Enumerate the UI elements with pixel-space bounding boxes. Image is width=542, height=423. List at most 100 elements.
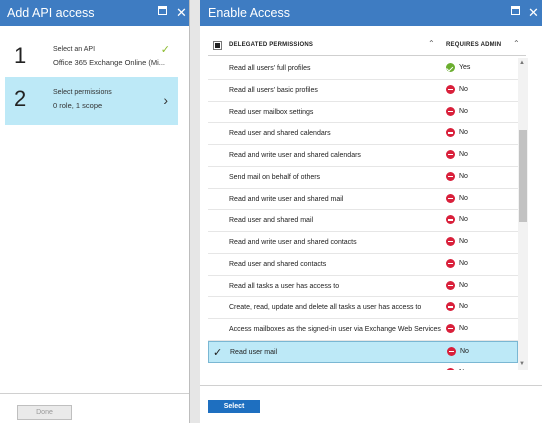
step-title: Select an API (53, 46, 96, 53)
permission-name: Read user mail (230, 348, 278, 356)
requires-admin-cell: No (446, 106, 468, 116)
select-all-checkbox[interactable] (213, 41, 222, 50)
sort-up-icon[interactable]: ⌃ (428, 39, 435, 48)
chevron-right-icon: › (163, 92, 168, 108)
maximize-icon[interactable] (511, 6, 520, 15)
scroll-down-icon[interactable]: ▼ (519, 361, 525, 367)
permissions-table-header: DELEGATED PERMISSIONS ⌃ REQUIRES ADMIN ⌃ (208, 34, 526, 56)
blade-header: Enable Access ✕ (200, 0, 542, 26)
table-row[interactable]: Read and write user and shared contacts N… (208, 232, 518, 254)
blade-title: Enable Access (208, 6, 290, 20)
requires-admin-value: No (459, 129, 468, 137)
blocked-icon (446, 280, 455, 290)
scroll-up-icon[interactable]: ▲ (519, 60, 525, 66)
table-row[interactable]: Send mail on behalf of others No (208, 167, 518, 189)
requires-admin-cell: No (446, 302, 468, 312)
success-check-icon (446, 63, 455, 72)
select-button[interactable]: Select (208, 400, 260, 413)
blocked-icon (446, 150, 455, 159)
table-row[interactable]: Read and write user mail No (208, 363, 518, 371)
step-subtitle: 0 role, 1 scope (53, 101, 103, 110)
scrollbar-thumb[interactable] (519, 130, 527, 222)
blocked-icon (446, 258, 455, 268)
requires-admin-cell: No (446, 215, 468, 225)
requires-admin-value: No (459, 172, 468, 180)
requires-admin-cell: No (446, 324, 468, 333)
requires-admin-value: No (459, 85, 468, 93)
table-row[interactable]: Access mailboxes as the signed-in user v… (208, 319, 518, 341)
blocked-icon (446, 193, 455, 203)
step-subtitle: Office 365 Exchange Online (Mi... (53, 58, 166, 67)
step-number: 2 (14, 86, 27, 111)
blade-footer: Done (0, 393, 189, 423)
table-row[interactable]: Read and write user and shared calendars… (208, 145, 518, 167)
requires-admin-cell: No (447, 346, 469, 356)
done-button[interactable]: Done (17, 405, 72, 420)
permission-name: Read all users' basic profiles (229, 86, 318, 94)
blade-header: Add API access ✕ (0, 0, 189, 26)
requires-admin-value: No (459, 194, 468, 202)
requires-admin-cell: No (446, 84, 468, 94)
requires-admin-value: No (459, 303, 468, 311)
requires-admin-cell: No (446, 171, 468, 181)
requires-admin-cell: Yes (446, 63, 470, 72)
table-row[interactable]: Read and write user and shared mail No (208, 189, 518, 211)
blocked-icon (447, 346, 456, 356)
permission-name: Read user and shared calendars (229, 130, 331, 138)
step-number: 1 (14, 43, 27, 68)
permission-name: Read all users' full profiles (229, 65, 311, 72)
requires-admin-cell: No (446, 367, 468, 371)
requires-admin-value: No (460, 347, 469, 355)
blocked-icon (446, 324, 455, 333)
permission-name: Read and write user and shared calendars (229, 152, 361, 159)
column-header-requires-admin[interactable]: REQUIRES ADMIN (446, 42, 501, 48)
table-row[interactable]: Read user and shared mail No (208, 210, 518, 232)
table-row[interactable]: Read user and shared contacts No (208, 254, 518, 276)
blocked-icon (446, 106, 455, 116)
permission-name: Read all tasks a user has access to (229, 282, 340, 290)
permission-name: Read and write user and shared contacts (229, 239, 357, 246)
maximize-icon[interactable] (158, 6, 167, 15)
step-select-permissions[interactable]: 2 Select permissions 0 role, 1 scope › (5, 77, 178, 125)
permission-name: Read user mailbox settings (229, 108, 314, 116)
table-row[interactable]: Read user and shared calendars No (208, 123, 518, 145)
permission-name: Read user and shared mail (229, 217, 314, 225)
column-header-permissions[interactable]: DELEGATED PERMISSIONS (229, 42, 313, 48)
table-row[interactable]: Read all users' full profiles Yes (208, 58, 518, 80)
table-row[interactable]: Read all tasks a user has access to No (208, 276, 518, 298)
requires-admin-cell: No (446, 150, 468, 159)
checkmark-icon: ✓ (160, 44, 170, 56)
blocked-icon (446, 237, 455, 246)
add-api-access-blade: Add API access ✕ 1 Select an API Office … (0, 0, 190, 423)
requires-admin-value: No (459, 151, 468, 158)
close-icon[interactable]: ✕ (176, 6, 187, 19)
requires-admin-cell: No (446, 237, 468, 246)
row-checkbox-checked-icon[interactable]: ✓ (213, 346, 222, 359)
close-icon[interactable]: ✕ (528, 6, 539, 19)
requires-admin-value: No (459, 107, 468, 115)
requires-admin-value: No (459, 369, 468, 371)
permission-name: Access mailboxes as the signed-in user v… (229, 326, 441, 333)
permission-name: Create, read, update and delete all task… (229, 304, 422, 312)
requires-admin-cell: No (446, 193, 468, 203)
blade-title: Add API access (7, 6, 95, 20)
requires-admin-value: Yes (459, 64, 471, 71)
requires-admin-cell: No (446, 128, 468, 138)
sort-up-icon[interactable]: ⌃ (513, 39, 520, 48)
blocked-icon (446, 215, 455, 225)
blocked-icon (446, 128, 455, 138)
table-row[interactable]: Read all users' basic profiles No (208, 80, 518, 102)
enable-access-blade: Enable Access ✕ DELEGATED PERMISSIONS ⌃ … (200, 0, 542, 423)
permissions-list: Read all users' full profiles Yes Read all… (208, 58, 518, 370)
step-select-api[interactable]: 1 Select an API Office 365 Exchange Onli… (5, 34, 178, 82)
blocked-icon (446, 302, 455, 312)
requires-admin-cell: No (446, 258, 468, 268)
permission-name: Read user and shared contacts (229, 260, 327, 268)
blade-footer: Select (200, 385, 542, 423)
requires-admin-value: No (459, 238, 468, 245)
table-row[interactable]: Create, read, update and delete all task… (208, 297, 518, 319)
table-row[interactable]: Read user mailbox settings No (208, 102, 518, 124)
requires-admin-value: No (459, 259, 468, 267)
blocked-icon (446, 171, 455, 181)
table-row[interactable]: ✓ Read user mail No (208, 340, 518, 363)
